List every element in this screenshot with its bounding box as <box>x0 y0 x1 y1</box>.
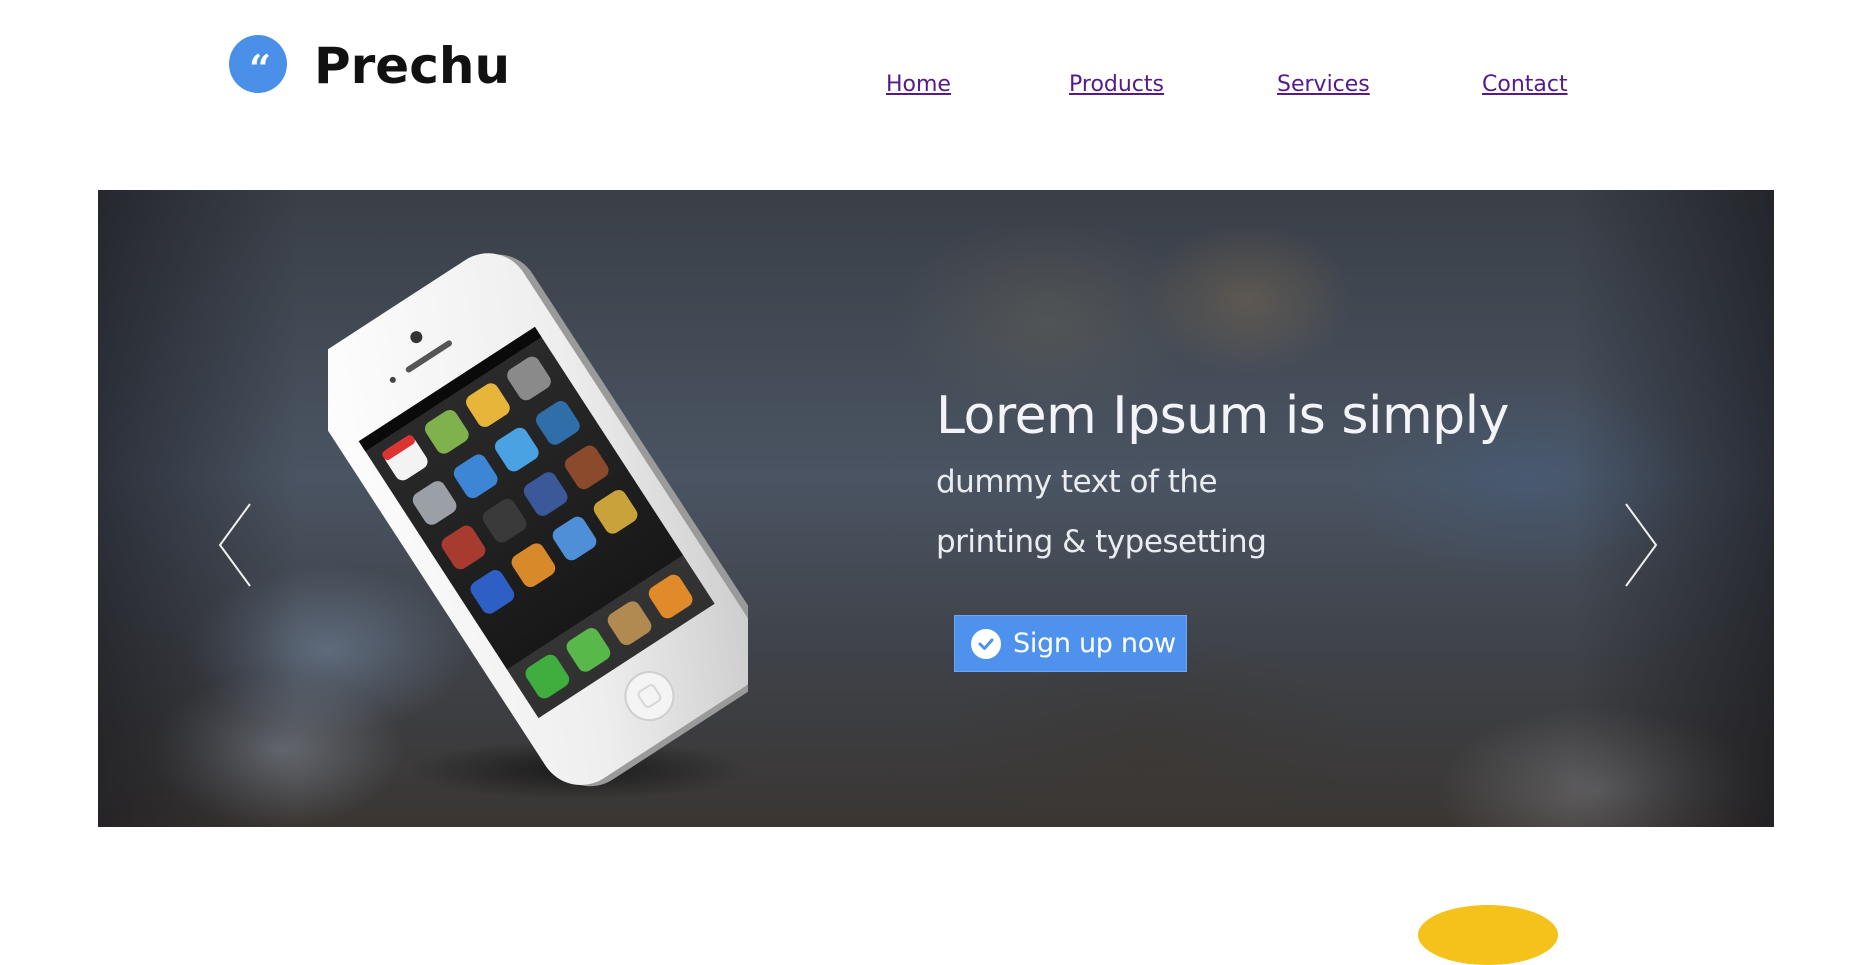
nav-link-home[interactable]: Home <box>886 70 951 100</box>
chevron-left-icon <box>218 503 251 587</box>
slide-subline-1: dummy text of the <box>936 464 1218 500</box>
prev-slide-arrow[interactable] <box>216 500 256 590</box>
sign-up-button[interactable]: Sign up now <box>954 615 1187 672</box>
hero-slider: Lorem Ipsum is simply dummy text of the … <box>98 190 1774 827</box>
check-circle-icon <box>971 628 1001 659</box>
main-nav: Home Products Services Contact <box>0 70 1861 100</box>
nav-link-products[interactable]: Products <box>1069 70 1164 100</box>
chevron-right-icon <box>1625 503 1658 587</box>
nav-link-contact[interactable]: Contact <box>1482 70 1568 100</box>
smartphone-illustration <box>328 253 748 800</box>
site-header: “ Prechu Home Products Services Contact <box>0 0 1861 190</box>
next-slide-arrow[interactable] <box>1620 500 1660 590</box>
nav-link-services[interactable]: Services <box>1277 70 1370 100</box>
yellow-circle-decoration <box>1418 905 1558 965</box>
slide-subline-2: printing & typesetting <box>936 524 1267 560</box>
sign-up-label: Sign up now <box>1013 628 1176 659</box>
slide-headline: Lorem Ipsum is simply <box>936 386 1509 446</box>
